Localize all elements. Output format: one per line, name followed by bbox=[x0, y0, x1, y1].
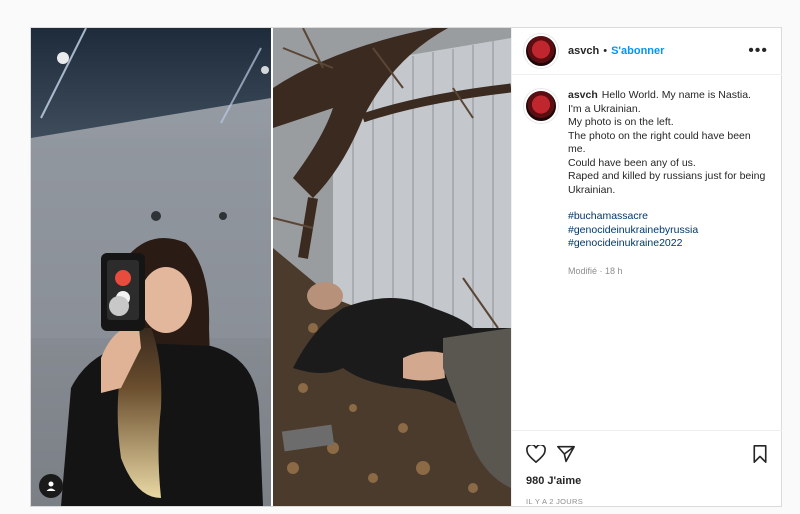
caption-username[interactable]: asvch bbox=[568, 89, 598, 101]
caption-text: asvch Hello World. My name is Nastia. I'm… bbox=[568, 89, 768, 278]
bookmark-icon[interactable] bbox=[752, 445, 768, 463]
modified-timestamp: Modifié · 18 h bbox=[568, 265, 623, 276]
caption-line-4: The photo on the right could have been m… bbox=[568, 129, 751, 156]
hashtag-link[interactable]: #buchamassacre bbox=[568, 210, 768, 224]
caption-line-3: My photo is on the left. bbox=[568, 116, 674, 128]
username[interactable]: asvch bbox=[568, 45, 599, 57]
avatar[interactable] bbox=[524, 34, 558, 68]
caption-line-1: asvch Hello World. My name is Nastia. bbox=[568, 89, 751, 101]
caption-avatar[interactable] bbox=[524, 89, 558, 123]
caption-line-2: I'm a Ukrainian. bbox=[568, 102, 641, 115]
heart-icon[interactable] bbox=[526, 445, 546, 463]
victim-image bbox=[273, 28, 511, 506]
instagram-post: asvch • S'abonner ••• asvch Hello World. … bbox=[30, 27, 782, 507]
victim-photo bbox=[271, 28, 511, 506]
hashtag-link[interactable]: #genocideinukraine2022 bbox=[568, 237, 768, 251]
separator-dot: • bbox=[603, 45, 608, 57]
caption-line-6: Raped and killed by russians just for be… bbox=[568, 170, 766, 196]
caption-line-5: Could have been any of us. bbox=[568, 156, 696, 169]
user-tag-icon[interactable] bbox=[39, 474, 63, 498]
more-icon[interactable]: ••• bbox=[748, 42, 768, 60]
hashtag-list: #buchamassacre #genocideinukrainebyrussi… bbox=[568, 210, 768, 251]
mirror-selfie-image bbox=[31, 28, 271, 506]
mirror-selfie-photo bbox=[31, 28, 271, 506]
hashtag-link[interactable]: #genocideinukrainebyrussia bbox=[568, 224, 768, 238]
actions-section: 980 J'aime IL Y A 2 JOURS bbox=[512, 430, 782, 506]
follow-button[interactable]: S'abonner bbox=[611, 45, 664, 57]
action-icons bbox=[526, 441, 768, 467]
person-icon bbox=[46, 481, 56, 491]
likes-count[interactable]: 980 J'aime bbox=[526, 475, 768, 487]
post-header: asvch • S'abonner ••• bbox=[512, 28, 782, 75]
post-media[interactable] bbox=[31, 28, 511, 506]
post-date: IL Y A 2 JOURS bbox=[526, 497, 584, 506]
post-sidebar: asvch • S'abonner ••• asvch Hello World. … bbox=[511, 28, 782, 506]
caption: asvch Hello World. My name is Nastia. I'm… bbox=[524, 89, 768, 278]
comments-area: asvch Hello World. My name is Nastia. I'm… bbox=[512, 75, 782, 430]
send-icon[interactable] bbox=[556, 445, 576, 463]
